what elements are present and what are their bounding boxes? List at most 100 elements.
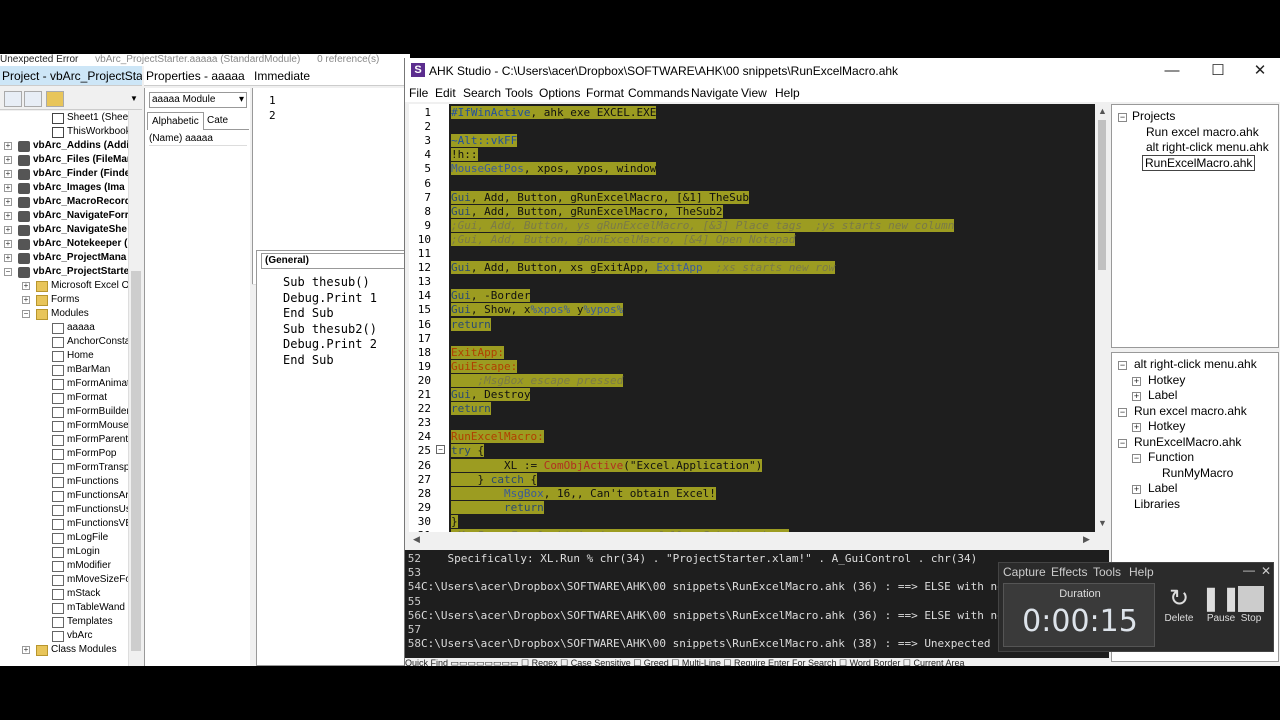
- tree-item[interactable]: mFormat: [0, 391, 128, 405]
- tree-item[interactable]: mTableWand: [0, 601, 128, 615]
- code-line[interactable]: Gui, Add, Button, xs gExitApp, ExitApp ;…: [451, 261, 836, 275]
- expand-icon[interactable]: +: [4, 156, 12, 164]
- code-line[interactable]: }: [451, 514, 458, 529]
- delete-button[interactable]: ↻ Delete: [1157, 585, 1201, 624]
- code-line[interactable]: !h::: [451, 148, 478, 162]
- code-explorer-item[interactable]: RunMyMacro: [1162, 466, 1233, 480]
- minimize-icon[interactable]: —: [1243, 563, 1255, 577]
- code-line[interactable]: } catch {: [451, 472, 538, 487]
- expand-icon[interactable]: +: [1132, 376, 1141, 386]
- menu-file[interactable]: File: [409, 86, 428, 100]
- tree-item[interactable]: mLogFile: [0, 531, 128, 545]
- code-explorer-item[interactable]: Libraries: [1134, 497, 1180, 511]
- project-scrollbar[interactable]: [128, 111, 142, 666]
- tree-item[interactable]: mFunctionsVBA: [0, 517, 128, 531]
- expand-icon[interactable]: +: [1132, 485, 1141, 494]
- expand-icon[interactable]: +: [4, 184, 12, 192]
- collapse-icon[interactable]: −: [4, 268, 12, 276]
- code-line[interactable]: MouseGetPos, xpos, ypos, window: [451, 162, 657, 176]
- collapse-icon[interactable]: −: [1118, 438, 1127, 448]
- procedure-combo[interactable]: (General): [261, 253, 407, 269]
- expand-icon[interactable]: +: [4, 142, 12, 150]
- code-explorer-item[interactable]: RunExcelMacro.ahk: [1134, 435, 1241, 449]
- project-item-selected[interactable]: RunExcelMacro.ahk: [1142, 155, 1256, 171]
- collapse-icon[interactable]: −: [1118, 113, 1127, 122]
- code-line[interactable]: XL := ComObjActive("Excel.Application"): [451, 458, 763, 473]
- expand-icon[interactable]: +: [1132, 392, 1141, 401]
- code-line[interactable]: Gui, Show, x%xpos% y%ypos%: [451, 303, 624, 317]
- expand-icon[interactable]: +: [4, 240, 12, 248]
- code-explorer-item[interactable]: Label: [1148, 388, 1177, 402]
- tree-item[interactable]: + vbArc_Finder (Finde: [0, 167, 128, 181]
- code-line[interactable]: RunExcelMacro:: [451, 430, 544, 444]
- project-item[interactable]: Run excel macro.ahk: [1146, 125, 1259, 139]
- quick-find-bar[interactable]: Quick Find ▭▭▭▭▭▭▭▭ ☐ Regex ☐ Case Sensi…: [405, 658, 1109, 666]
- tree-item[interactable]: mModifier: [0, 559, 128, 573]
- tab-alphabetic[interactable]: Alphabetic: [147, 112, 204, 130]
- expand-icon[interactable]: +: [22, 296, 30, 304]
- code-line[interactable]: GuiEscape:: [451, 359, 518, 374]
- tree-item[interactable]: + vbArc_NavigateShe: [0, 223, 128, 237]
- tab-categorized[interactable]: Cate: [203, 112, 232, 130]
- tree-item[interactable]: + vbArc_Images (Ima: [0, 181, 128, 195]
- property-row[interactable]: (Name) aaaaa: [149, 132, 247, 146]
- code-line[interactable]: Gui, Destroy: [451, 388, 531, 402]
- expand-icon[interactable]: +: [22, 282, 30, 290]
- expand-icon[interactable]: +: [4, 170, 12, 178]
- code-explorer-item[interactable]: Run excel macro.ahk: [1134, 404, 1247, 418]
- project-item[interactable]: alt right-click menu.ahk: [1146, 140, 1269, 154]
- tree-item[interactable]: + vbArc_Files (FileMan: [0, 153, 128, 167]
- code-line[interactable]: Gui, Add, Button, gRunExcelMacro, [&1] T…: [451, 190, 750, 205]
- scroll-up-icon[interactable]: ▲: [1098, 106, 1107, 116]
- toggle-folders-icon[interactable]: [46, 91, 64, 107]
- stop-button[interactable]: Stop: [1229, 585, 1273, 624]
- view-object-icon[interactable]: [24, 91, 42, 107]
- menu-help[interactable]: Help: [775, 86, 800, 100]
- tree-item[interactable]: aaaaa: [0, 321, 128, 335]
- close-button[interactable]: ✕: [1245, 62, 1275, 80]
- code-line[interactable]: ~Alt::vkFF: [451, 134, 518, 148]
- code-line[interactable]: Gui, Add, Button, gRunExcelMacro, TheSub…: [451, 204, 723, 219]
- code-line[interactable]: try {: [451, 444, 485, 458]
- scroll-left-icon[interactable]: ◀: [413, 534, 420, 545]
- collapse-icon[interactable]: −: [1118, 361, 1127, 370]
- tree-item[interactable]: mFormMouse: [0, 419, 128, 433]
- code-line[interactable]: #IfWinActive, ahk_exe EXCEL.EXE: [451, 106, 657, 120]
- code-line[interactable]: ;Gui, Add, Button, ys gRunExcelMacro, [&…: [451, 218, 955, 233]
- tree-item[interactable]: mFunctionsArr: [0, 489, 128, 503]
- tree-item[interactable]: − vbArc_ProjectStarte: [0, 265, 128, 279]
- tree-item[interactable]: mFunctions: [0, 475, 128, 489]
- code-line[interactable]: MsgBox, 16,, Can't obtain Excel!: [451, 486, 716, 501]
- collapse-icon[interactable]: −: [1118, 407, 1127, 417]
- scrollbar-thumb[interactable]: [1098, 120, 1106, 270]
- tree-item[interactable]: mStack: [0, 587, 128, 601]
- recorder-menu-tools[interactable]: Tools: [1093, 565, 1121, 579]
- expand-icon[interactable]: +: [4, 226, 12, 234]
- recorder-menu-help[interactable]: Help: [1129, 565, 1154, 579]
- tree-item[interactable]: mFormAnimati: [0, 377, 128, 391]
- code-explorer-item[interactable]: Function: [1148, 450, 1194, 464]
- tree-item[interactable]: mFormTranspa: [0, 461, 128, 475]
- tree-item[interactable]: Templates: [0, 615, 128, 629]
- menu-commands[interactable]: Commands: [628, 86, 689, 100]
- tree-item[interactable]: + vbArc_MacroRecord: [0, 195, 128, 209]
- tree-item[interactable]: mFunctionsUse: [0, 503, 128, 517]
- tree-item[interactable]: mFormPop: [0, 447, 128, 461]
- tree-item[interactable]: mFormBuilder: [0, 405, 128, 419]
- tree-item[interactable]: + Microsoft Excel Ob: [0, 279, 128, 293]
- scrollbar-thumb[interactable]: [131, 271, 141, 651]
- tree-item[interactable]: mBarMan: [0, 363, 128, 377]
- expand-icon[interactable]: +: [22, 646, 30, 654]
- code-line[interactable]: ;Gui, Add, Button, gRunExcelMacro, [&4] …: [451, 232, 796, 247]
- tree-item[interactable]: + Forms: [0, 293, 128, 307]
- code-line[interactable]: ExitApp:: [451, 345, 504, 360]
- expand-icon[interactable]: +: [4, 212, 12, 220]
- code-area[interactable]: #IfWinActive, ahk_exe EXCEL.EXE~Alt::vkF…: [449, 104, 1095, 532]
- expand-icon[interactable]: +: [4, 198, 12, 206]
- menu-view[interactable]: View: [741, 86, 767, 100]
- code-line[interactable]: return: [451, 317, 491, 332]
- tree-item[interactable]: Sheet1 (Sheet: [0, 111, 128, 125]
- code-line[interactable]: Gui, -Border: [451, 289, 531, 303]
- code-explorer-item[interactable]: Hotkey: [1148, 373, 1185, 387]
- recorder-menu-capture[interactable]: Capture: [1003, 565, 1046, 579]
